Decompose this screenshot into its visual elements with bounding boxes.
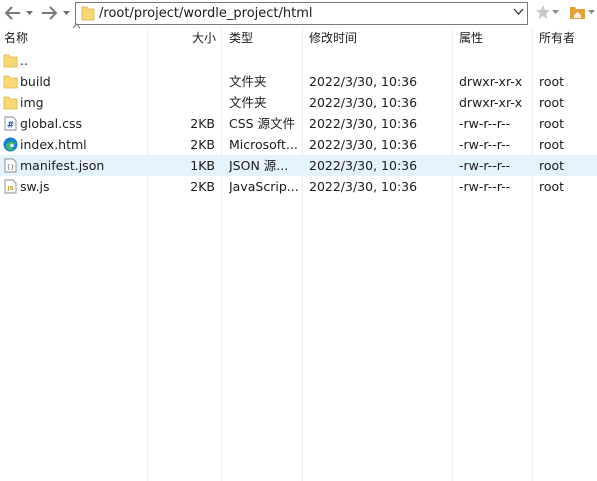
path-input[interactable]: /root/project/wordle_project/html — [75, 2, 528, 25]
file-row[interactable]: {} manifest.json 1KB JSON 源... 2022/3/30, 10… — [0, 155, 597, 176]
file-type — [229, 50, 301, 71]
folder-icon — [3, 74, 18, 89]
file-row[interactable]: img 文件夹 2022/3/30, 10:36 drwxr-xr-x root — [0, 92, 597, 113]
arrow-right-icon — [42, 6, 58, 20]
sort-up-icon — [72, 23, 81, 29]
file-list: .. build 文件夹 2022/3/30, 10:36 drwxr-xr-x root… — [0, 50, 597, 197]
css-file-icon: # — [3, 116, 18, 131]
back-history-dropdown[interactable] — [24, 3, 34, 23]
file-modified-time: 2022/3/30, 10:36 — [309, 179, 418, 194]
file-name: img — [20, 95, 44, 110]
file-owner: root — [539, 179, 565, 194]
caret-down-icon[interactable] — [588, 10, 595, 15]
file-permissions: -rw-r--r-- — [459, 137, 511, 152]
svg-text:#: # — [7, 121, 15, 131]
folder-icon — [3, 95, 18, 110]
file-modified-time — [309, 50, 451, 71]
file-row[interactable]: .. — [0, 50, 597, 71]
back-button[interactable] — [2, 3, 24, 23]
file-row[interactable]: # global.css 2KB CSS 源文件 2022/3/30, 10:36 -rw… — [0, 113, 597, 134]
path-text: /root/project/wordle_project/html — [99, 6, 313, 21]
file-type: 文件夹 — [229, 95, 267, 110]
file-permissions — [459, 50, 531, 71]
forward-button[interactable] — [38, 3, 60, 23]
file-name: .. — [20, 53, 28, 68]
column-header-size[interactable]: 大小 — [150, 27, 216, 49]
file-name: build — [20, 74, 51, 89]
column-header-perm[interactable]: 属性 — [459, 27, 529, 49]
file-modified-time: 2022/3/30, 10:36 — [309, 95, 418, 110]
file-permissions: drwxr-xr-x — [459, 95, 523, 110]
star-icon[interactable] — [535, 4, 551, 20]
file-size: 2KB — [190, 137, 215, 152]
file-name: global.css — [20, 116, 82, 131]
arrow-left-icon — [4, 6, 20, 20]
file-size: 2KB — [190, 116, 215, 131]
file-type: Microsoft... — [229, 137, 298, 152]
file-size — [150, 50, 215, 71]
forward-history-dropdown[interactable] — [61, 3, 71, 23]
column-header-name[interactable]: 名称 — [4, 23, 144, 49]
file-owner: root — [539, 74, 565, 89]
file-name: index.html — [20, 137, 87, 152]
file-modified-time: 2022/3/30, 10:36 — [309, 74, 418, 89]
file-permissions: -rw-r--r-- — [459, 158, 511, 173]
folder-icon — [3, 53, 18, 68]
file-size — [150, 92, 215, 113]
column-header-owner[interactable]: 所有者 — [539, 27, 595, 49]
svg-text:{}: {} — [7, 163, 15, 171]
column-header: 名称 大小 类型 修改时间 属性 所有者 — [0, 23, 597, 49]
json-file-icon: {} — [3, 158, 18, 173]
file-type: 文件夹 — [229, 74, 267, 89]
toolbar: /root/project/wordle_project/html — [0, 0, 597, 27]
file-row[interactable]: JS sw.js 2KB JavaScrip... 2022/3/30, 10:36 -r… — [0, 176, 597, 197]
column-header-type[interactable]: 类型 — [229, 27, 299, 49]
file-row[interactable]: build 文件夹 2022/3/30, 10:36 drwxr-xr-x root — [0, 71, 597, 92]
file-permissions: drwxr-xr-x — [459, 74, 523, 89]
file-permissions: -rw-r--r-- — [459, 179, 511, 194]
file-permissions: -rw-r--r-- — [459, 116, 511, 131]
home-folder-icon[interactable] — [569, 4, 586, 20]
caret-down-icon[interactable] — [552, 10, 559, 15]
column-header-mtime[interactable]: 修改时间 — [309, 27, 449, 49]
file-owner: root — [539, 116, 565, 131]
caret-down-icon — [62, 10, 70, 15]
file-size — [150, 71, 215, 92]
file-size: 2KB — [190, 179, 215, 194]
file-name: sw.js — [20, 179, 50, 194]
file-owner: root — [539, 95, 565, 110]
file-modified-time: 2022/3/30, 10:36 — [309, 137, 418, 152]
file-owner: root — [539, 137, 565, 152]
caret-down-icon — [25, 10, 33, 15]
svg-text:JS: JS — [6, 186, 13, 192]
file-size: 1KB — [190, 158, 215, 173]
file-row[interactable]: index.html 2KB Microsoft... 2022/3/30, 10:3… — [0, 134, 597, 155]
file-modified-time: 2022/3/30, 10:36 — [309, 158, 418, 173]
file-owner — [539, 50, 595, 71]
folder-icon — [81, 6, 95, 21]
file-owner: root — [539, 158, 565, 173]
chevron-down-icon[interactable] — [513, 8, 524, 16]
file-name: manifest.json — [20, 158, 105, 173]
file-modified-time: 2022/3/30, 10:36 — [309, 116, 418, 131]
file-type: CSS 源文件 — [229, 116, 296, 131]
edge-html-icon — [3, 137, 18, 152]
js-file-icon: JS — [3, 179, 18, 194]
file-type: JSON 源... — [229, 158, 289, 173]
file-type: JavaScrip... — [229, 179, 299, 194]
